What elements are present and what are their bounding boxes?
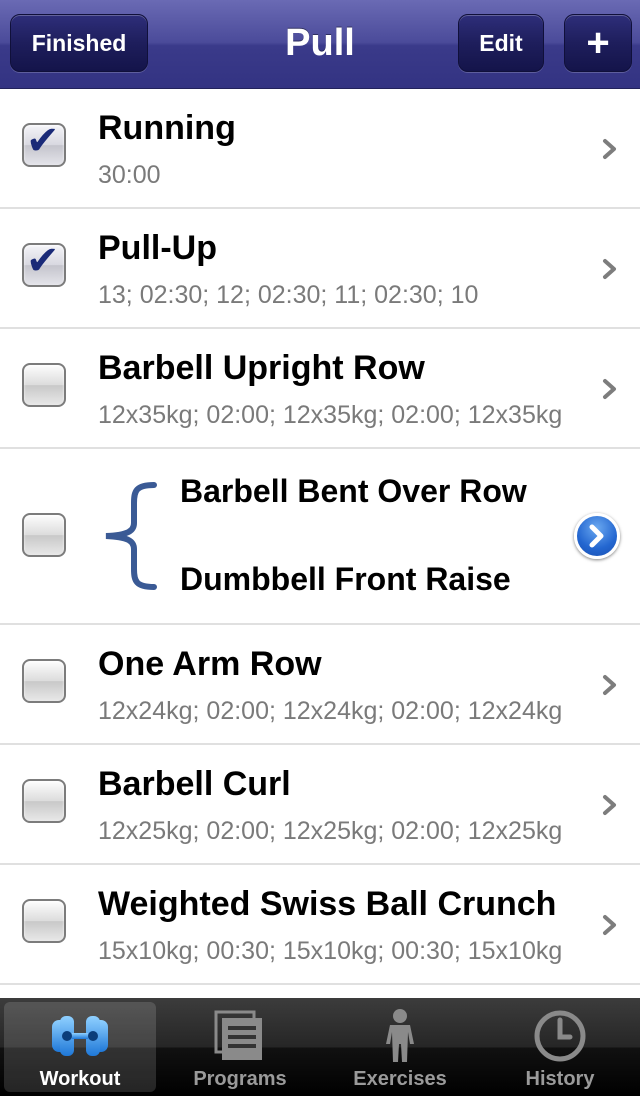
exercise-checkbox[interactable] bbox=[22, 779, 66, 823]
superset-row[interactable]: Barbell Bent Over Row Dumbbell Front Rai… bbox=[0, 449, 640, 625]
exercises-icon bbox=[370, 1008, 430, 1064]
exercise-name: Running bbox=[98, 109, 236, 147]
exercise-name: One Arm Row bbox=[98, 645, 322, 683]
exercise-name: Barbell Curl bbox=[98, 765, 291, 803]
tab-label: Programs bbox=[193, 1068, 287, 1090]
workout-icon bbox=[50, 1008, 110, 1064]
superset-brace-icon bbox=[96, 481, 160, 591]
exercise-checkbox[interactable] bbox=[22, 659, 66, 703]
checkmark-icon: ✔ bbox=[26, 239, 60, 283]
exercise-checkbox[interactable] bbox=[22, 899, 66, 943]
tab-bar: Workout Programs Exercises History bbox=[0, 998, 640, 1096]
programs-icon bbox=[210, 1008, 270, 1064]
exercise-row[interactable]: ✔ Running 30:00 bbox=[0, 89, 640, 209]
history-icon bbox=[530, 1008, 590, 1064]
exercise-detail: 15x10kg; 00:30; 15x10kg; 00:30; 15x10kg bbox=[98, 937, 563, 965]
chevron-right-icon bbox=[600, 914, 620, 935]
chevron-right-icon bbox=[600, 138, 620, 159]
exercise-checkbox[interactable]: ✔ bbox=[22, 239, 66, 287]
chevron-right-icon bbox=[600, 258, 620, 279]
tab-workout[interactable]: Workout bbox=[4, 1002, 156, 1092]
tab-exercises[interactable]: Exercises bbox=[324, 1002, 476, 1092]
add-exercise-button[interactable]: + bbox=[564, 14, 632, 72]
exercise-row[interactable]: Barbell Curl 12x25kg; 02:00; 12x25kg; 02… bbox=[0, 745, 640, 865]
exercise-row[interactable]: One Arm Row 12x24kg; 02:00; 12x24kg; 02:… bbox=[0, 625, 640, 745]
tab-programs[interactable]: Programs bbox=[164, 1002, 316, 1092]
exercise-row[interactable]: Barbell Upright Row 12x35kg; 02:00; 12x3… bbox=[0, 329, 640, 449]
exercise-detail: 12x25kg; 02:00; 12x25kg; 02:00; 12x25kg bbox=[98, 817, 563, 845]
chevron-right-icon bbox=[600, 794, 620, 815]
exercise-checkbox[interactable]: ✔ bbox=[22, 119, 66, 167]
exercise-row[interactable]: ✔ Pull-Up 13; 02:30; 12; 02:30; 11; 02:3… bbox=[0, 209, 640, 329]
edit-button[interactable]: Edit bbox=[458, 14, 544, 72]
tab-label: History bbox=[525, 1068, 595, 1090]
superset-exercise-name: Barbell Bent Over Row bbox=[180, 473, 527, 509]
exercise-row[interactable]: Weighted Swiss Ball Crunch 15x10kg; 00:3… bbox=[0, 865, 640, 985]
tab-history[interactable]: History bbox=[484, 1002, 636, 1092]
finished-button[interactable]: Finished bbox=[10, 14, 148, 72]
exercise-list: ✔ Running 30:00 ✔ Pull-Up 13; 02:30; 12;… bbox=[0, 89, 640, 985]
exercise-detail: 30:00 bbox=[98, 161, 161, 189]
exercise-detail: 12x35kg; 02:00; 12x35kg; 02:00; 12x35kg bbox=[98, 401, 563, 429]
exercise-checkbox[interactable] bbox=[22, 363, 66, 407]
chevron-right-icon bbox=[600, 378, 620, 399]
exercise-name: Weighted Swiss Ball Crunch bbox=[98, 885, 557, 923]
tab-label: Workout bbox=[39, 1068, 121, 1090]
exercise-name: Barbell Upright Row bbox=[98, 349, 425, 387]
exercise-name: Pull-Up bbox=[98, 229, 217, 267]
tab-label: Exercises bbox=[353, 1068, 447, 1090]
page-title: Pull bbox=[285, 22, 355, 64]
chevron-right-icon bbox=[600, 674, 620, 695]
superset-exercise-name: Dumbbell Front Raise bbox=[180, 561, 511, 597]
detail-disclosure-button[interactable] bbox=[574, 513, 620, 559]
navigation-bar: Finished Pull Edit + bbox=[0, 0, 640, 89]
exercise-detail: 13; 02:30; 12; 02:30; 11; 02:30; 10 bbox=[98, 281, 479, 309]
checkmark-icon: ✔ bbox=[26, 119, 60, 163]
exercise-detail: 12x24kg; 02:00; 12x24kg; 02:00; 12x24kg bbox=[98, 697, 563, 725]
superset-checkbox[interactable] bbox=[22, 513, 66, 557]
